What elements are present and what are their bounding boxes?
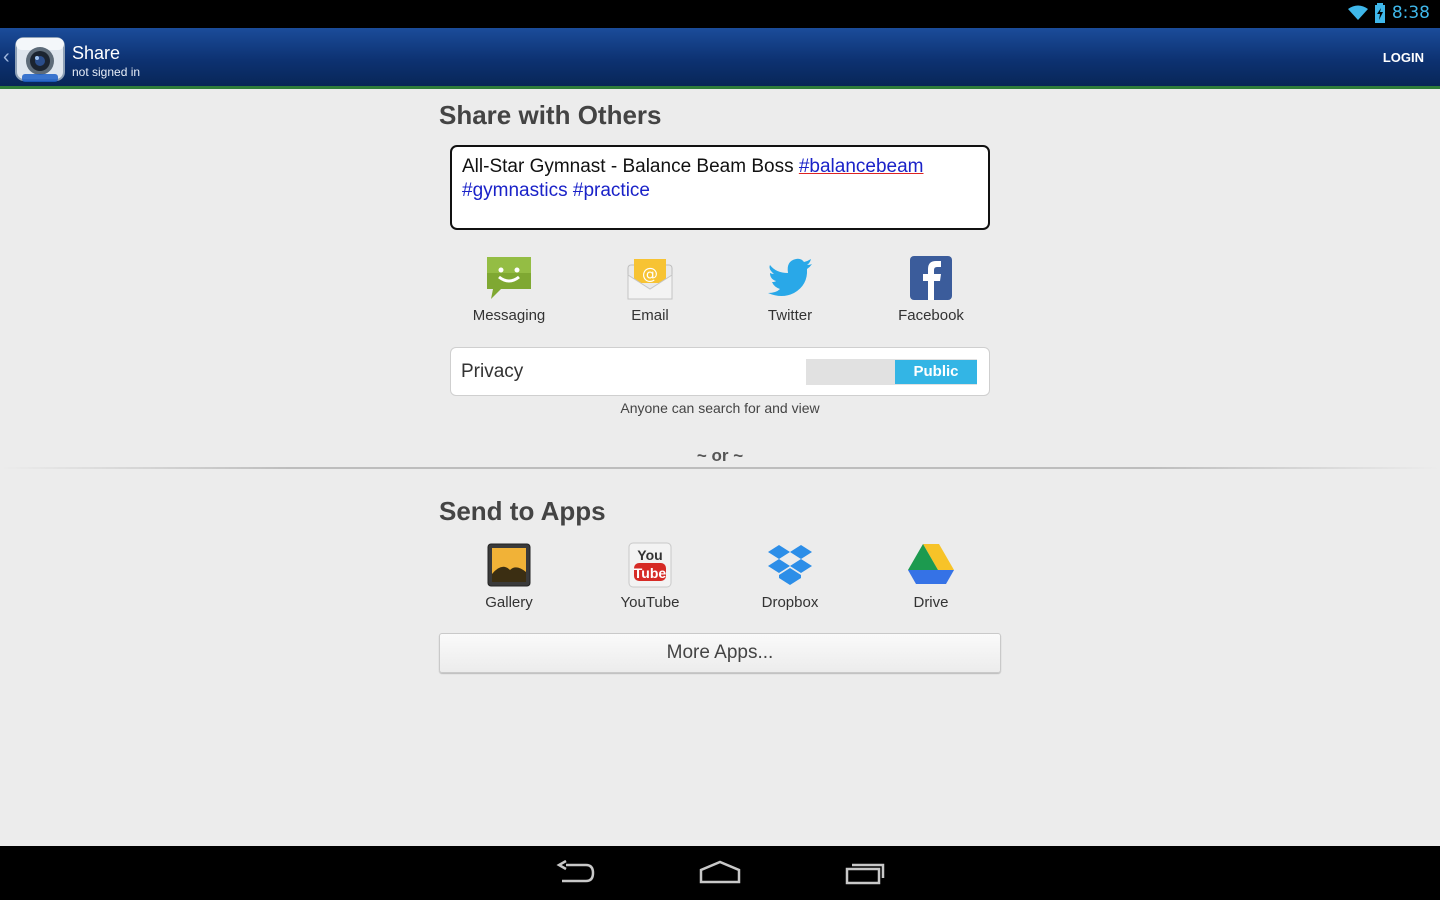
clock: 8:38 (1391, 3, 1430, 23)
wifi-icon (1347, 5, 1368, 20)
share-label: Messaging (472, 307, 546, 324)
status-icons: 8:38 (1347, 3, 1430, 23)
app-dropbox[interactable]: Dropbox (720, 542, 860, 611)
caption-input[interactable]: All-Star Gymnast - Balance Beam Boss #ba… (450, 145, 990, 230)
gallery-icon (487, 543, 531, 587)
home-icon[interactable] (699, 860, 741, 886)
more-apps-button[interactable]: More Apps... (439, 633, 1001, 673)
hashtag: #practice (572, 180, 650, 201)
status-bar: 8:38 (0, 0, 1440, 28)
share-label: Twitter (767, 307, 813, 324)
privacy-toggle-value[interactable]: Public (895, 360, 977, 384)
battery-icon (1374, 3, 1385, 23)
app-label: Dropbox (761, 594, 819, 611)
app-gallery[interactable]: Gallery (439, 542, 579, 611)
recent-apps-icon[interactable] (844, 860, 886, 886)
messaging-icon (487, 257, 531, 299)
share-facebook[interactable]: Facebook (861, 255, 1001, 324)
app-label: Gallery (485, 594, 533, 611)
share-email[interactable]: @ Email (580, 255, 720, 324)
share-messaging[interactable]: Messaging (439, 255, 579, 324)
app-drive[interactable]: Drive (861, 542, 1001, 611)
app-label: YouTube (620, 594, 680, 611)
privacy-row: Privacy Public (450, 347, 990, 396)
title-block: Share not signed in (72, 42, 140, 80)
login-button[interactable]: LOGIN (1383, 50, 1424, 65)
action-bar: ‹ Share not signed in LOGIN (0, 28, 1440, 89)
youtube-icon: You Tube (628, 542, 672, 588)
signin-status: not signed in (72, 65, 141, 79)
share-twitter[interactable]: Twitter (720, 255, 860, 324)
privacy-label: Privacy (461, 361, 524, 382)
or-separator: ~ or ~ (696, 446, 744, 465)
facebook-icon (910, 256, 952, 300)
hashtag: #balancebeam (798, 156, 924, 177)
drive-icon (908, 544, 954, 584)
hashtag: #gymnastics (462, 180, 568, 201)
page-title: Share (72, 43, 121, 63)
twitter-icon (768, 258, 812, 296)
share-label: Email (631, 307, 669, 324)
email-icon: @ (627, 259, 673, 300)
app-youtube[interactable]: You Tube YouTube (580, 542, 720, 611)
svg-text:Tube: Tube (634, 565, 667, 581)
apps-heading: Send to Apps (439, 496, 606, 526)
privacy-toggle[interactable]: Public (806, 359, 977, 385)
share-heading: Share with Others (439, 100, 662, 130)
up-caret-icon[interactable]: ‹ (3, 46, 10, 69)
app-label: Drive (913, 594, 949, 611)
dropbox-icon (768, 545, 812, 585)
caption-text: All-Star Gymnast - Balance Beam Boss (462, 156, 799, 177)
navigation-bar (0, 846, 1440, 900)
section-divider (0, 467, 1440, 469)
svg-text:You: You (637, 547, 662, 563)
svg-text:@: @ (642, 264, 658, 283)
back-icon[interactable] (556, 860, 596, 886)
share-label: Facebook (898, 307, 964, 324)
privacy-note: Anyone can search for and view (620, 400, 820, 416)
camera-app-icon[interactable] (12, 32, 68, 86)
